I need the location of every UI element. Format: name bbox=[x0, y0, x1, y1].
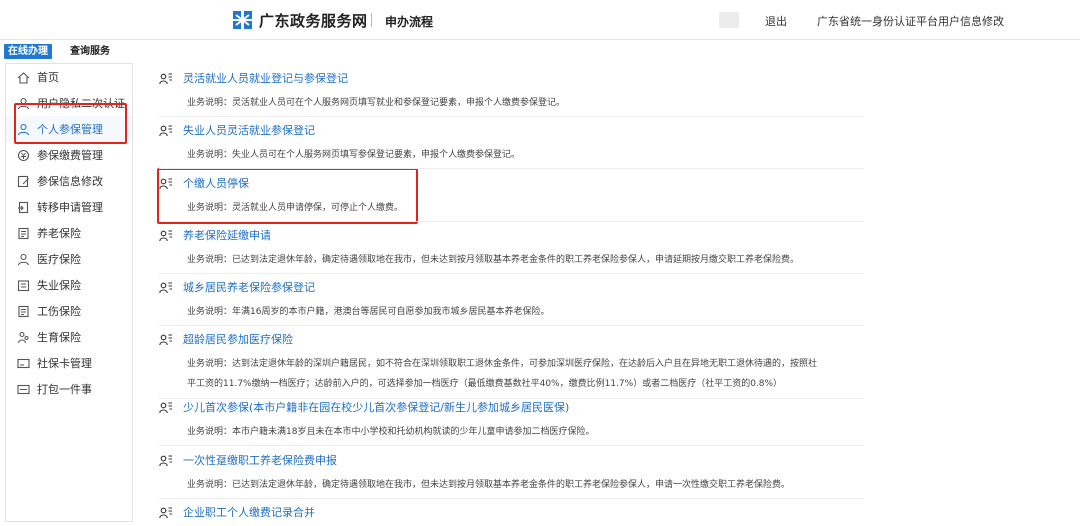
service-description: 业务说明：本市户籍未满18岁且未在本市中小学校和托幼机构就读的少年儿童申请参加二… bbox=[187, 427, 595, 437]
service-title-link[interactable]: 少儿首次参保(本市户籍非在园在校少儿首次参保登记/新生儿参加城乡居民医保) bbox=[183, 399, 569, 415]
sidebar-item-transfer[interactable]: 转移申请管理 bbox=[6, 194, 132, 220]
divider bbox=[159, 445, 864, 446]
person-card-icon bbox=[159, 507, 172, 518]
document-icon bbox=[18, 227, 29, 239]
service-list: 灵活就业人员就业登记与参保登记 业务说明：灵活就业人员可在个人服务网页填写就业和… bbox=[150, 63, 1080, 526]
service-description: 业务说明：达到法定退休年龄的深圳户籍居民，如不符合在深圳领取职工退休金条件，可参… bbox=[187, 359, 818, 369]
service-title-link[interactable]: 城乡居民养老保险参保登记 bbox=[183, 279, 315, 295]
person-card-icon bbox=[159, 282, 172, 293]
service-title-link[interactable]: 灵活就业人员就业登记与参保登记 bbox=[183, 70, 348, 86]
sidebar-item-label: 生育保险 bbox=[37, 331, 81, 344]
service-title-link[interactable]: 失业人员灵活就业参保登记 bbox=[183, 122, 315, 138]
sidebar-item-work-injury[interactable]: 工伤保险 bbox=[6, 298, 132, 324]
sidebar-item-medical[interactable]: 医疗保险 bbox=[6, 246, 132, 272]
top-tabs: 在线办理 查询服务 bbox=[0, 43, 1080, 61]
person-card-icon bbox=[159, 455, 172, 466]
sidebar-item-label: 失业保险 bbox=[37, 279, 81, 292]
service-description: 平工资的11.7%缴纳一档医疗；达龄前入户的，可选择参加一档医疗（最低缴费基数社… bbox=[187, 379, 783, 389]
payment-icon bbox=[17, 149, 30, 161]
medical-icon bbox=[17, 253, 30, 265]
sidebar-item-label: 工伤保险 bbox=[37, 305, 81, 318]
service-title-row: 个缴人员停保 bbox=[159, 175, 249, 191]
header-divider bbox=[371, 13, 372, 27]
person-card-icon bbox=[159, 334, 172, 345]
sidebar-item-label: 首页 bbox=[37, 71, 59, 84]
person-card-icon bbox=[159, 125, 172, 136]
service-description: 业务说明：年满16周岁的本市户籍，港澳台等居民可自愿参加我市城乡居民基本养老保险… bbox=[187, 307, 550, 317]
family-icon bbox=[17, 331, 29, 343]
person-card-icon bbox=[159, 402, 172, 413]
service-title-link[interactable]: 养老保险延缴申请 bbox=[183, 227, 271, 243]
divider bbox=[159, 325, 864, 326]
divider bbox=[159, 273, 864, 274]
document-icon bbox=[18, 305, 29, 317]
sidebar-item-label: 参保缴费管理 bbox=[37, 149, 103, 162]
service-title-row: 失业人员灵活就业参保登记 bbox=[159, 122, 315, 138]
service-title-row: 少儿首次参保(本市户籍非在园在校少儿首次参保登记/新生儿参加城乡居民医保) bbox=[159, 399, 569, 415]
sidebar-item-pension[interactable]: 养老保险 bbox=[6, 220, 132, 246]
sidebar-item-home[interactable]: 首页 bbox=[6, 64, 132, 90]
user-info-edit-link[interactable]: 广东省统一身份认证平台用户信息修改 bbox=[817, 13, 1004, 29]
home-icon bbox=[17, 71, 30, 84]
service-title-link[interactable]: 超龄居民参加医疗保险 bbox=[183, 331, 293, 347]
sidebar-item-label: 打包一件事 bbox=[37, 383, 92, 396]
building-icon bbox=[17, 279, 30, 291]
sidebar-item-package[interactable]: 打包一件事 bbox=[6, 376, 132, 402]
service-description: 业务说明：已达到法定退休年龄，确定待遇领取地在我市，但未达到按月领取基本养老金条… bbox=[187, 255, 800, 265]
sidebar-item-label: 参保信息修改 bbox=[37, 175, 103, 188]
service-title-row: 养老保险延缴申请 bbox=[159, 227, 271, 243]
transfer-icon bbox=[18, 201, 29, 213]
service-title-row: 灵活就业人员就业登记与参保登记 bbox=[159, 70, 348, 86]
tab-online-service[interactable]: 在线办理 bbox=[4, 44, 52, 59]
service-title-row: 企业职工个人缴费记录合并 bbox=[159, 504, 315, 520]
top-header: 广东政务服务网 申办流程 退出 广东省统一身份认证平台用户信息修改 bbox=[0, 0, 1080, 40]
service-title-row: 超龄居民参加医疗保险 bbox=[159, 331, 293, 347]
service-description: 业务说明：灵活就业人员申请停保，可停止个人缴费。 bbox=[187, 203, 404, 213]
service-description: 业务说明：失业人员可在个人服务网页填写参保登记要素，申报个人缴费参保登记。 bbox=[187, 150, 521, 160]
highlight-box-sidebar bbox=[14, 103, 127, 144]
service-description: 业务说明：灵活就业人员可在个人服务网页填写就业和参保登记要素，申报个人缴费参保登… bbox=[187, 98, 566, 108]
divider bbox=[159, 116, 864, 117]
divider bbox=[159, 168, 864, 169]
sidebar-item-info-edit[interactable]: 参保信息修改 bbox=[6, 168, 132, 194]
sidebar-item-maternity[interactable]: 生育保险 bbox=[6, 324, 132, 350]
sidebar-item-label: 社保卡管理 bbox=[37, 357, 92, 370]
edit-icon bbox=[17, 175, 29, 187]
card-icon bbox=[17, 358, 30, 368]
sidebar-item-unemployment[interactable]: 失业保险 bbox=[6, 272, 132, 298]
sidebar-item-social-card[interactable]: 社保卡管理 bbox=[6, 350, 132, 376]
sidebar-item-label: 医疗保险 bbox=[37, 253, 81, 266]
person-card-icon bbox=[159, 73, 172, 84]
divider bbox=[159, 221, 864, 222]
sidebar-item-payment-management[interactable]: 参保缴费管理 bbox=[6, 142, 132, 168]
person-card-icon bbox=[159, 230, 172, 241]
logout-link[interactable]: 退出 bbox=[765, 13, 787, 29]
avatar[interactable] bbox=[719, 12, 739, 28]
service-title-link[interactable]: 一次性趸缴职工养老保险费申报 bbox=[183, 452, 337, 468]
service-description: 业务说明：已达到法定退休年龄，确定待遇领取地在我市，但未达到按月领取基本养老金条… bbox=[187, 480, 791, 490]
tab-query-service[interactable]: 查询服务 bbox=[70, 44, 110, 59]
service-title-row: 一次性趸缴职工养老保险费申报 bbox=[159, 452, 337, 468]
service-title-link[interactable]: 企业职工个人缴费记录合并 bbox=[183, 504, 315, 520]
page-subtitle: 申办流程 bbox=[385, 15, 434, 29]
sidebar-item-label: 养老保险 bbox=[37, 227, 81, 240]
service-title-link[interactable]: 个缴人员停保 bbox=[183, 175, 249, 191]
package-icon bbox=[17, 384, 30, 394]
site-brand-title[interactable]: 广东政务服务网 bbox=[259, 10, 368, 31]
sidebar-item-label: 转移申请管理 bbox=[37, 201, 103, 214]
divider bbox=[159, 498, 864, 499]
person-card-icon bbox=[159, 178, 172, 189]
service-title-row: 城乡居民养老保险参保登记 bbox=[159, 279, 315, 295]
brand-logo-icon bbox=[233, 11, 252, 29]
